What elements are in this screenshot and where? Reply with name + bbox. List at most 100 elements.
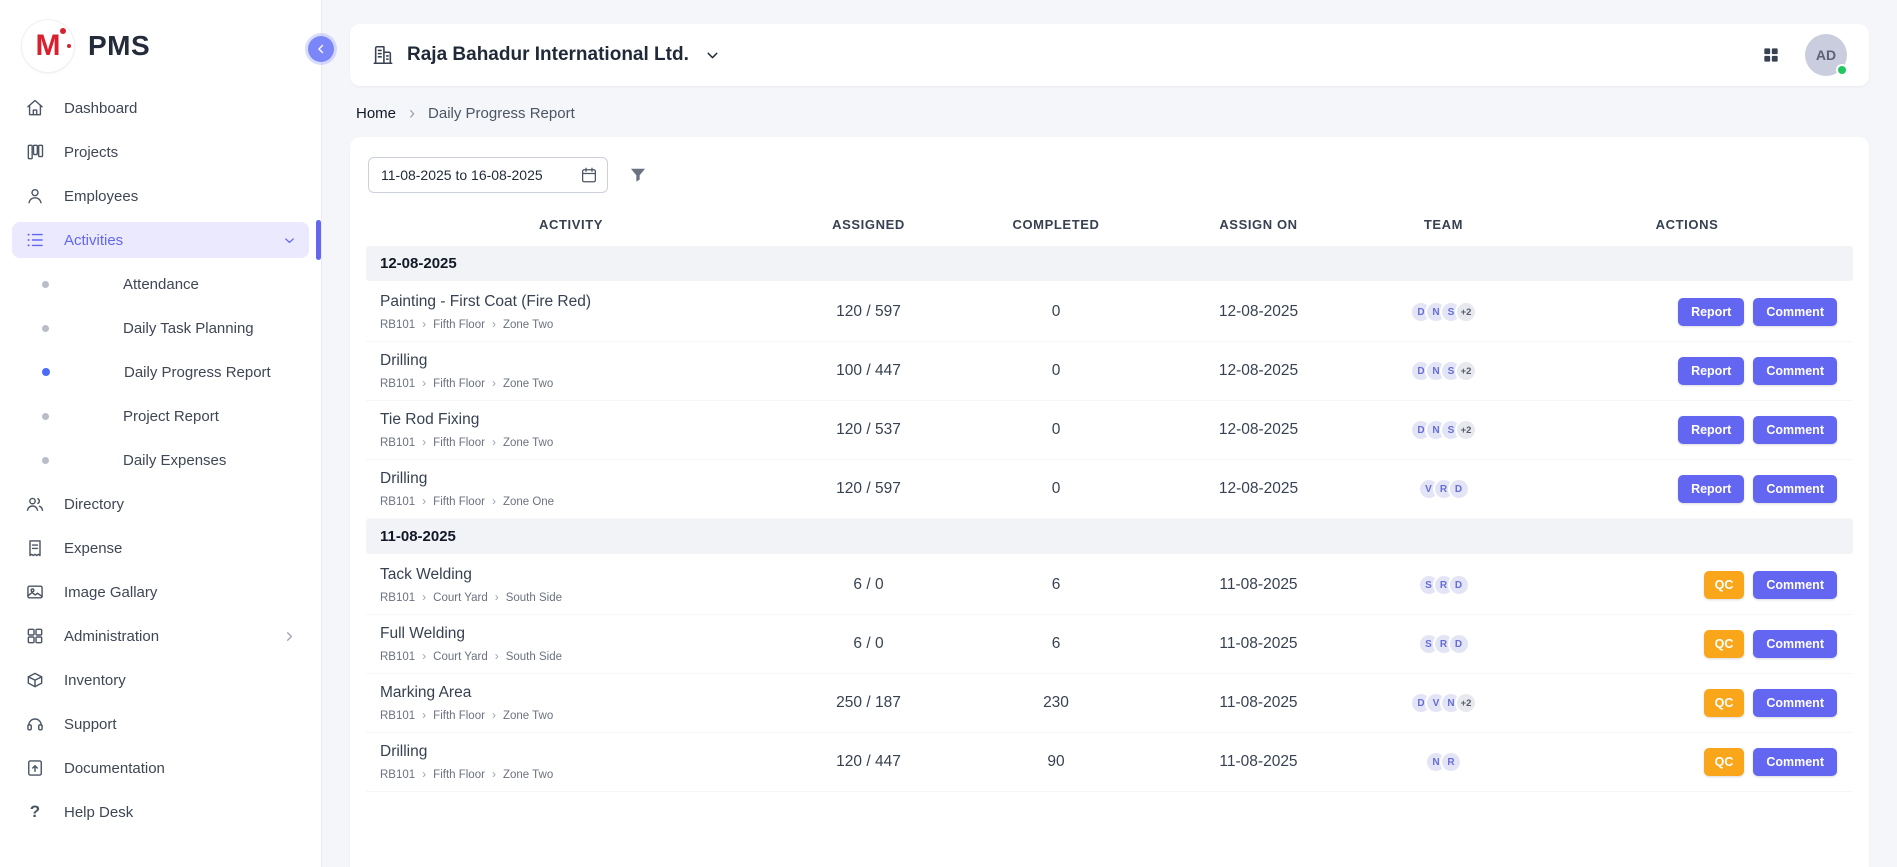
building-icon — [372, 44, 394, 66]
path-segment: RB101 — [380, 651, 415, 663]
team-avatars: SRD — [1366, 574, 1521, 596]
team-avatars: DNS+2 — [1366, 301, 1521, 323]
path-segment: RB101 — [380, 437, 415, 449]
path-segment: RB101 — [380, 592, 415, 604]
row-actions: Report Comment — [1521, 416, 1853, 444]
report-button[interactable]: Report — [1678, 416, 1744, 444]
sidebar-item-expense[interactable]: Expense — [12, 530, 309, 566]
qc-button[interactable]: QC — [1704, 630, 1745, 658]
sidebar-item-directory[interactable]: Directory — [12, 486, 309, 522]
avatar-overflow-chip[interactable]: +2 — [1455, 419, 1477, 441]
app-name: PMS — [88, 30, 150, 62]
sidebar-item-image-gallery[interactable]: Image Gallary — [12, 574, 309, 610]
avatar-chip[interactable]: D — [1448, 633, 1470, 655]
logo-m-icon: M — [22, 20, 74, 72]
sidebar-item-label: Attendance — [123, 276, 199, 293]
avatar-initials: AD — [1816, 47, 1836, 63]
sidebar-item-support[interactable]: Support — [12, 706, 309, 742]
activity-cell: Drilling RB101Fifth FloorZone Two — [366, 352, 776, 390]
team-avatars: NR — [1366, 751, 1521, 773]
sidebar-collapse-button[interactable] — [308, 36, 334, 62]
sidebar-subitem-attendance[interactable]: Attendance — [12, 266, 309, 302]
company-selector[interactable]: Raja Bahadur International Ltd. — [372, 44, 721, 66]
avatar-overflow-chip[interactable]: +2 — [1455, 301, 1477, 323]
chevron-down-icon — [282, 233, 297, 248]
comment-button[interactable]: Comment — [1753, 630, 1837, 658]
activity-location-path: RB101Fifth FloorZone Two — [380, 436, 776, 449]
sidebar-item-administration[interactable]: Administration — [12, 618, 309, 654]
sidebar-subitem-daily-task-planning[interactable]: Daily Task Planning — [12, 310, 309, 346]
activity-cell: Painting - First Coat (Fire Red) RB101Fi… — [366, 293, 776, 331]
activity-location-path: RB101Fifth FloorZone Two — [380, 768, 776, 781]
main-area: Raja Bahadur International Ltd. AD Home … — [322, 0, 1897, 867]
path-segment: Zone Two — [503, 378, 553, 390]
receipt-icon — [24, 537, 46, 559]
qc-button[interactable]: QC — [1704, 571, 1745, 599]
completed-value: 6 — [961, 635, 1151, 653]
completed-value: 0 — [961, 303, 1151, 321]
activity-title: Full Welding — [380, 625, 776, 643]
date-range-input[interactable]: 11-08-2025 to 16-08-2025 — [368, 157, 608, 193]
filter-button[interactable] — [628, 165, 648, 185]
breadcrumb-home-link[interactable]: Home — [356, 105, 396, 122]
sidebar-item-activities[interactable]: Activities — [12, 222, 309, 258]
comment-button[interactable]: Comment — [1753, 416, 1837, 444]
report-button[interactable]: Report — [1678, 357, 1744, 385]
sidebar-item-employees[interactable]: Employees — [12, 178, 309, 214]
activity-title: Drilling — [380, 743, 776, 761]
apps-grid-button[interactable] — [1761, 45, 1781, 65]
comment-button[interactable]: Comment — [1753, 357, 1837, 385]
grid-icon — [24, 625, 46, 647]
sidebar-item-label: Project Report — [123, 408, 219, 425]
chevron-right-icon — [422, 318, 426, 331]
activity-cell: Drilling RB101Fifth FloorZone Two — [366, 743, 776, 781]
assign-on-value: 11-08-2025 — [1151, 753, 1366, 771]
avatar-chip[interactable]: R — [1440, 751, 1462, 773]
comment-button[interactable]: Comment — [1753, 689, 1837, 717]
comment-button[interactable]: Comment — [1753, 571, 1837, 599]
qc-button[interactable]: QC — [1704, 689, 1745, 717]
company-name: Raja Bahadur International Ltd. — [407, 44, 689, 66]
assigned-value: 120 / 447 — [776, 753, 961, 771]
path-segment: Court Yard — [433, 651, 488, 663]
qc-button[interactable]: QC — [1704, 748, 1745, 776]
table-row: Drilling RB101Fifth FloorZone One 120 / … — [366, 460, 1853, 519]
path-segment: RB101 — [380, 378, 415, 390]
sidebar-subitem-daily-progress-report[interactable]: Daily Progress Report — [12, 354, 309, 390]
avatar-overflow-chip[interactable]: +2 — [1455, 692, 1477, 714]
column-header-activity: ACTIVITY — [366, 217, 776, 232]
path-segment: RB101 — [380, 496, 415, 508]
column-header-assigned: ASSIGNED — [776, 217, 961, 232]
active-section-indicator — [316, 220, 321, 260]
completed-value: 230 — [961, 694, 1151, 712]
avatar-chip[interactable]: D — [1448, 574, 1470, 596]
row-actions: QC Comment — [1521, 748, 1853, 776]
sidebar-item-inventory[interactable]: Inventory — [12, 662, 309, 698]
sidebar-item-help-desk[interactable]: ? Help Desk — [12, 794, 309, 830]
path-segment: RB101 — [380, 319, 415, 331]
comment-button[interactable]: Comment — [1753, 298, 1837, 326]
report-button[interactable]: Report — [1678, 475, 1744, 503]
comment-button[interactable]: Comment — [1753, 475, 1837, 503]
sidebar-item-dashboard[interactable]: Dashboard — [12, 90, 309, 126]
column-header-assign-on: ASSIGN ON — [1151, 217, 1366, 232]
assign-on-value: 11-08-2025 — [1151, 635, 1366, 653]
comment-button[interactable]: Comment — [1753, 748, 1837, 776]
table-row: Painting - First Coat (Fire Red) RB101Fi… — [366, 283, 1853, 342]
sidebar-item-label: Directory — [64, 496, 124, 513]
completed-value: 0 — [961, 480, 1151, 498]
sidebar-subitem-project-report[interactable]: Project Report — [12, 398, 309, 434]
report-button[interactable]: Report — [1678, 298, 1744, 326]
sidebar: M PMS Dashboard Projects Employees Activ… — [0, 0, 322, 867]
logo-letter: M — [36, 29, 61, 63]
assigned-value: 120 / 597 — [776, 480, 961, 498]
avatar-overflow-chip[interactable]: +2 — [1455, 360, 1477, 382]
question-mark-icon: ? — [24, 801, 46, 823]
sidebar-subitem-daily-expenses[interactable]: Daily Expenses — [12, 442, 309, 478]
avatar-chip[interactable]: D — [1448, 478, 1470, 500]
sidebar-item-projects[interactable]: Projects — [12, 134, 309, 170]
sidebar-item-documentation[interactable]: Documentation — [12, 750, 309, 786]
user-avatar[interactable]: AD — [1805, 34, 1847, 76]
path-segment: Fifth Floor — [433, 710, 485, 722]
team-avatars: DNS+2 — [1366, 419, 1521, 441]
